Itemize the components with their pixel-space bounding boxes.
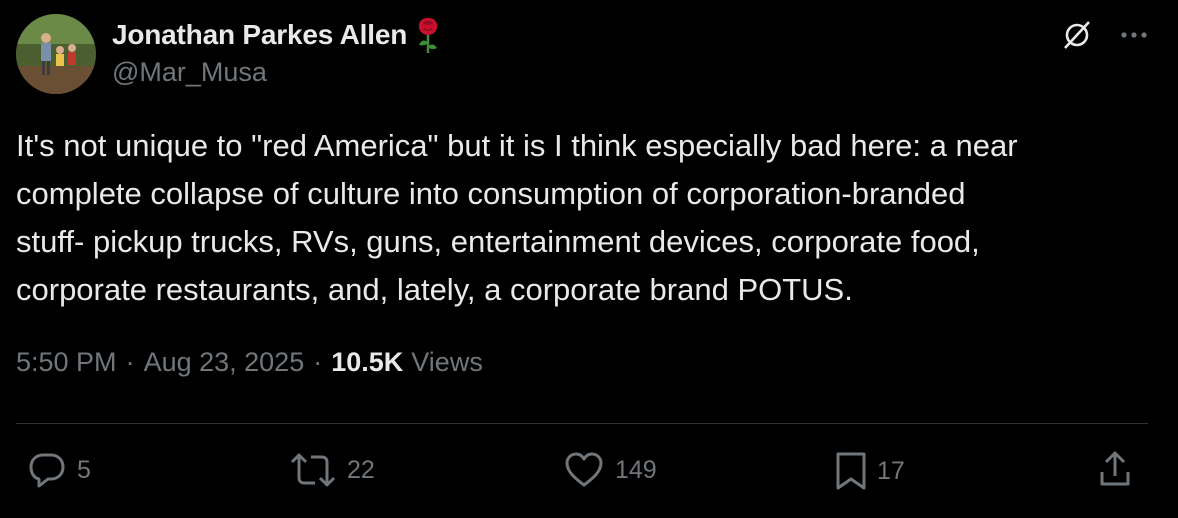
reply-icon — [29, 453, 65, 488]
like-button[interactable]: 149 — [562, 450, 657, 490]
grok-icon[interactable] — [1060, 18, 1094, 52]
rose-emoji-icon — [418, 18, 438, 53]
bookmark-button[interactable]: 17 — [834, 450, 905, 492]
repost-count: 22 — [347, 455, 375, 484]
tweet-meta: 5:50 PM · Aug 23, 2025 · 10.5K Views — [16, 347, 483, 378]
bookmark-count: 17 — [877, 456, 905, 485]
share-icon — [1100, 451, 1130, 486]
action-bar: 5 22 149 17 — [0, 450, 1178, 494]
meta-separator: · — [125, 347, 135, 377]
divider — [16, 423, 1148, 424]
author-name-row: Jonathan Parkes Allen — [112, 16, 441, 54]
tweet-text: It's not unique to "red America" but it … — [16, 128, 1018, 307]
repost-button[interactable]: 22 — [288, 450, 375, 490]
views-label: Views — [411, 347, 483, 377]
author-display-name[interactable]: Jonathan Parkes Allen — [112, 19, 407, 51]
views-count: 10.5K — [331, 347, 404, 377]
repost-icon — [290, 453, 336, 487]
reply-button[interactable]: 5 — [26, 450, 91, 490]
tweet-date[interactable]: Aug 23, 2025 — [144, 347, 305, 378]
more-icon[interactable] — [1120, 31, 1148, 39]
like-count: 149 — [615, 455, 657, 484]
meta-separator: · — [313, 347, 323, 377]
author-handle[interactable]: @Mar_Musa — [112, 57, 267, 88]
tweet-time[interactable]: 5:50 PM — [16, 347, 117, 378]
like-icon — [565, 452, 603, 487]
top-actions — [1060, 18, 1148, 52]
avatar-photo — [16, 14, 96, 94]
bookmark-icon — [836, 452, 866, 490]
share-button[interactable] — [1098, 450, 1132, 490]
reply-count: 5 — [77, 455, 91, 484]
avatar[interactable] — [16, 14, 96, 94]
